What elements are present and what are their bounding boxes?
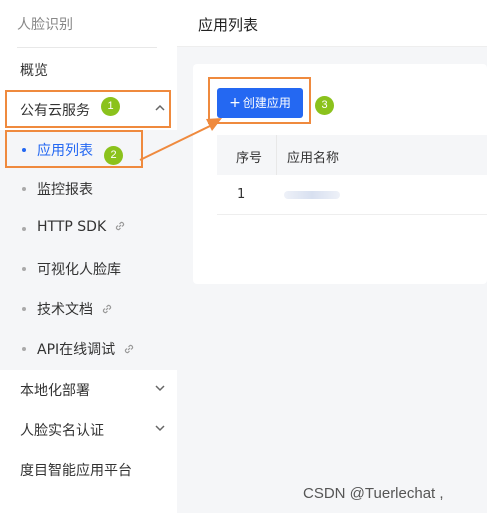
sidebar-item-label: 度目智能应用平台 <box>20 463 132 479</box>
blurred-app-name <box>284 191 340 199</box>
column-header-app-name: 应用名称 <box>287 151 340 166</box>
sidebar-item-label: 概览 <box>20 63 48 79</box>
sidebar-item-dumu-platform[interactable]: 度目智能应用平台 <box>0 449 177 489</box>
sidebar-subitem-monitor-report[interactable]: 监控报表 <box>0 169 177 209</box>
sidebar-subitem-tech-docs[interactable]: 技术文档 <box>0 289 177 329</box>
sidebar: 人脸识别 概览 公有云服务 应用列表 监控报表 HTTP SDK 可视化人脸库 … <box>0 0 177 513</box>
bullet-icon <box>22 187 26 191</box>
sidebar-subitem-face-library[interactable]: 可视化人脸库 <box>0 249 177 289</box>
cell-seq: 1 <box>237 187 246 202</box>
sidebar-item-local-deploy[interactable]: 本地化部署 <box>0 369 177 409</box>
bullet-icon <box>22 267 26 271</box>
chevron-down-icon <box>155 425 165 432</box>
annotation-badge-3: 3 <box>315 96 334 115</box>
sidebar-subitem-label: HTTP SDK <box>37 219 107 235</box>
annotation-badge-2: 2 <box>104 146 123 165</box>
annotation-box-1 <box>5 90 171 128</box>
divider <box>17 47 157 48</box>
column-header-seq: 序号 <box>236 151 263 166</box>
sidebar-item-realname-auth[interactable]: 人脸实名认证 <box>0 409 177 449</box>
annotation-box-3 <box>208 77 311 124</box>
column-divider <box>276 135 277 175</box>
sidebar-item-label: 本地化部署 <box>20 383 90 399</box>
sidebar-subitem-label: 技术文档 <box>37 302 93 318</box>
bullet-icon <box>22 307 26 311</box>
sidebar-subitem-http-sdk[interactable]: HTTP SDK <box>0 209 177 249</box>
page-title: 应用列表 <box>198 16 259 34</box>
bullet-icon <box>22 347 26 351</box>
chevron-down-icon <box>155 385 165 392</box>
annotation-badge-1: 1 <box>101 97 120 116</box>
table-row[interactable]: 1 <box>217 175 487 215</box>
link-icon <box>102 304 112 314</box>
sidebar-title: 人脸识别 <box>17 17 73 33</box>
header: 应用列表 <box>177 0 487 47</box>
link-icon <box>115 221 125 231</box>
sidebar-subitem-api-debug[interactable]: API在线调试 <box>0 329 177 369</box>
annotation-box-2 <box>5 130 143 168</box>
table-header: 序号 应用名称 <box>217 135 487 175</box>
bullet-icon <box>22 227 26 231</box>
sidebar-item-label: 人脸实名认证 <box>20 423 104 439</box>
watermark: CSDN @Tuerlechat , <box>303 485 444 502</box>
sidebar-subitem-label: API在线调试 <box>37 342 116 358</box>
sidebar-subitem-label: 监控报表 <box>37 182 93 198</box>
sidebar-item-overview[interactable]: 概览 <box>0 49 177 89</box>
sidebar-subitem-label: 可视化人脸库 <box>37 262 121 278</box>
link-icon <box>125 344 134 354</box>
